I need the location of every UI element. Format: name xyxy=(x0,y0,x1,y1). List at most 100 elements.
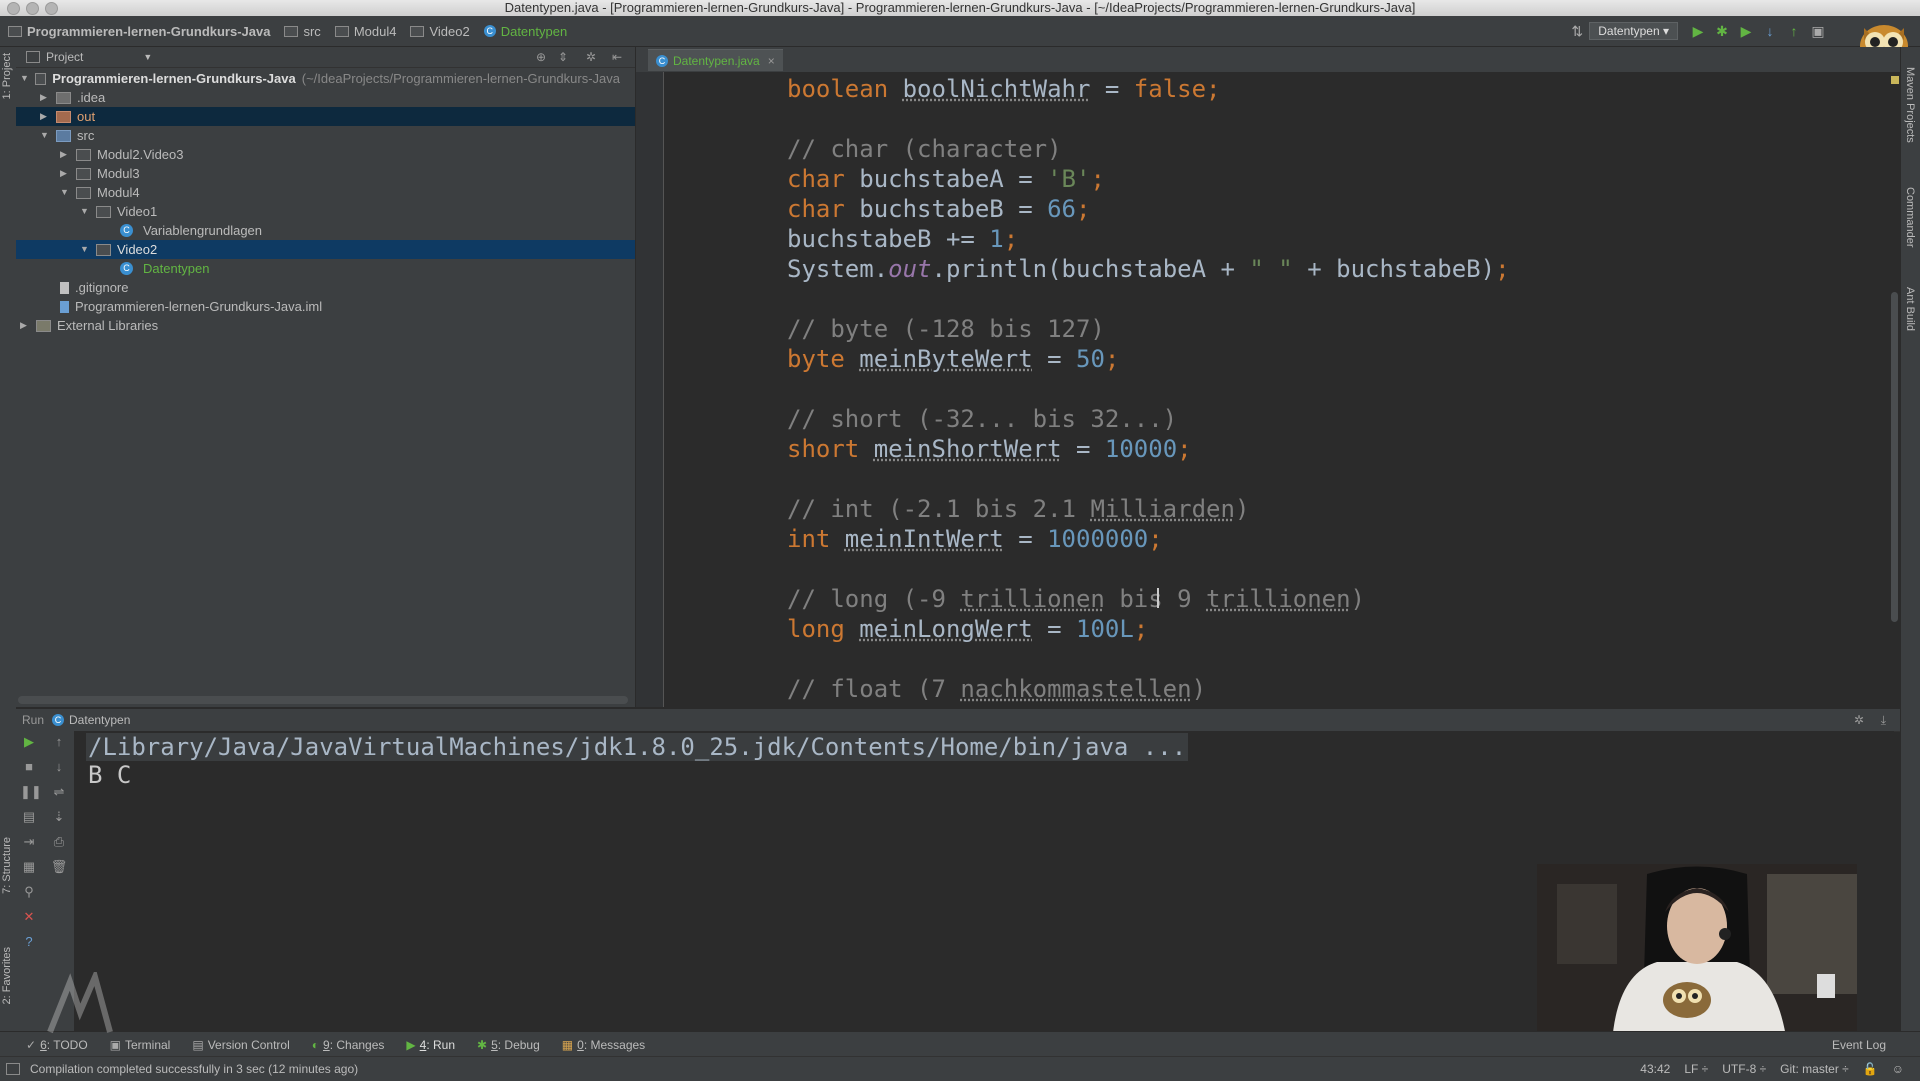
package-icon xyxy=(96,243,111,256)
window-title-bar: Datentypen.java - [Programmieren-lernen-… xyxy=(0,0,1920,16)
down-arrow-icon[interactable]: ↓ xyxy=(50,758,68,776)
inspection-status-icon[interactable] xyxy=(1891,76,1899,84)
chevron-down-icon[interactable]: ▼ xyxy=(143,52,152,62)
close-window-icon[interactable] xyxy=(7,2,20,15)
up-arrow-icon[interactable]: ↑ xyxy=(50,733,68,751)
inspector-icon[interactable]: ☺ xyxy=(1892,1062,1904,1076)
hide-panel-icon[interactable]: ⇤ xyxy=(612,50,622,64)
run-coverage-icon[interactable]: ▶ xyxy=(1737,22,1755,40)
java-class-icon: C xyxy=(483,25,496,37)
help-icon[interactable]: ? xyxy=(20,933,38,951)
exit-icon[interactable]: ⇥ xyxy=(20,833,38,851)
debug-icon[interactable]: ✱ xyxy=(1713,22,1731,40)
left-tool-strip: 1: Project 7: Structure 2: Favorites xyxy=(0,47,17,1067)
code-comment: // short (-32... bis 32...) xyxy=(787,405,1178,433)
gear-icon[interactable]: ✲ xyxy=(1854,713,1864,727)
tab-datentypen-java[interactable]: C Datentypen.java × xyxy=(648,49,783,71)
tree-root[interactable]: ▼ Programmieren-lernen-Grundkurs-Java (~/I… xyxy=(20,69,620,88)
tab-version-control[interactable]: ▤ Version Control xyxy=(192,1038,289,1052)
close-tab-icon[interactable]: × xyxy=(768,54,775,68)
package-icon xyxy=(76,148,91,161)
cursor-position[interactable]: 43:42 xyxy=(1640,1062,1670,1076)
run-tab-datentypen[interactable]: C Datentypen xyxy=(52,713,130,727)
tree-item-datentypen[interactable]: C Datentypen xyxy=(120,259,210,278)
tree-item-video1[interactable]: ▼ Video1 xyxy=(80,202,157,221)
tree-item-modul4[interactable]: ▼ Modul4 xyxy=(60,183,140,202)
dump-threads-icon[interactable]: ▤ xyxy=(20,808,38,826)
code-comment: // float (7 nachkommastellen) xyxy=(787,675,1207,703)
stop-icon[interactable]: ■ xyxy=(20,758,38,776)
run-configuration-select[interactable]: Datentypen ▾ xyxy=(1589,22,1678,40)
project-view-select[interactable]: Project xyxy=(46,50,83,64)
expanded-arrow-icon: ▼ xyxy=(60,187,69,197)
tool-windows-icon[interactable] xyxy=(6,1063,20,1075)
clear-all-icon[interactable]: 🗑 xyxy=(50,858,68,876)
tree-item-gitignore[interactable]: .gitignore xyxy=(60,278,128,297)
breadcrumb-project[interactable]: Programmieren-lernen-Grundkurs-Java xyxy=(8,24,270,39)
scroll-from-source-icon[interactable]: ⊕ xyxy=(536,50,546,64)
code-line: long meinLongWert = 100L; xyxy=(787,615,1149,643)
pin-icon[interactable]: ⚲ xyxy=(20,883,38,901)
run-panel-label: Run xyxy=(22,713,45,727)
pause-icon[interactable]: ❚❚ xyxy=(20,783,42,801)
settings-icon[interactable]: ▣ xyxy=(1809,22,1827,40)
build-project-icon[interactable]: ⇅ xyxy=(1568,22,1586,40)
tab-run[interactable]: ▶ 4: Run xyxy=(406,1038,455,1052)
collapsed-arrow-icon: ▶ xyxy=(60,168,67,178)
zoom-window-icon[interactable] xyxy=(45,2,58,15)
rerun-icon[interactable]: ▶ xyxy=(20,733,38,751)
console-command-line: /Library/Java/JavaVirtualMachines/jdk1.8… xyxy=(86,733,1189,761)
line-separator-select[interactable]: LF ÷ xyxy=(1684,1062,1708,1076)
print-icon[interactable]: ⎙ xyxy=(50,833,68,851)
tree-item-video2[interactable]: ▼ Video2 xyxy=(16,240,635,259)
layout-icon[interactable]: ▦ xyxy=(20,858,38,876)
breadcrumb-modul4[interactable]: Modul4 xyxy=(334,24,396,39)
collapse-all-icon[interactable]: ⇕ xyxy=(558,50,568,64)
encoding-select[interactable]: UTF-8 ÷ xyxy=(1722,1062,1766,1076)
tree-item-out[interactable]: ▶ out xyxy=(16,107,635,126)
structure-tool-button[interactable]: 7: Structure xyxy=(1,837,13,894)
scroll-to-end-icon[interactable]: ⇣ xyxy=(50,808,68,826)
hide-panel-icon[interactable]: ⤓ xyxy=(1881,713,1886,728)
gear-icon[interactable]: ✲ xyxy=(586,50,596,64)
java-class-icon: C xyxy=(656,54,668,67)
favorites-tool-button[interactable]: 2: Favorites xyxy=(1,947,13,1004)
breadcrumb-video2[interactable]: Video2 xyxy=(410,24,470,39)
tree-item-external-libraries[interactable]: ▶ External Libraries xyxy=(20,316,158,335)
tree-item-modul3[interactable]: ▶ Modul3 xyxy=(60,164,140,183)
event-log-button[interactable]: Event Log xyxy=(1832,1038,1886,1052)
changes-icon: ◐ xyxy=(311,1037,319,1052)
tree-item-iml[interactable]: Programmieren-lernen-Grundkurs-Java.iml xyxy=(60,297,322,316)
close-icon[interactable]: ✕ xyxy=(20,908,38,926)
ant-build-tool-button[interactable]: Ant Build xyxy=(1904,287,1916,331)
lock-icon[interactable]: 🔓 xyxy=(1863,1062,1878,1076)
breadcrumb-src[interactable]: src xyxy=(284,24,321,39)
editor-scrollbar[interactable] xyxy=(1890,72,1900,707)
java-class-icon: C xyxy=(52,714,65,726)
vcs-commit-icon[interactable]: ↑ xyxy=(1785,22,1803,40)
run-icon: ▶ xyxy=(406,1037,416,1052)
git-branch-select[interactable]: Git: master ÷ xyxy=(1780,1062,1849,1076)
maven-projects-tool-button[interactable]: Maven Projects xyxy=(1904,67,1916,143)
code-editor[interactable]: boolean boolNichtWahr = false; // char (… xyxy=(664,72,1890,707)
tree-item-variablengrundlagen[interactable]: C Variablengrundlagen xyxy=(120,221,262,240)
status-bar: Compilation completed successfully in 3 … xyxy=(0,1056,1920,1081)
window-title: Datentypen.java - [Programmieren-lernen-… xyxy=(504,0,1416,15)
tab-messages[interactable]: ▦ 0: Messages xyxy=(562,1038,645,1052)
editor-scroll-thumb[interactable] xyxy=(1891,292,1898,622)
tree-item-modul2-video3[interactable]: ▶ Modul2.Video3 xyxy=(60,145,184,164)
commander-tool-button[interactable]: Commander xyxy=(1904,187,1916,248)
tab-changes[interactable]: ◐ 9: Changes xyxy=(312,1038,385,1052)
soft-wrap-icon[interactable]: ⇌ xyxy=(50,783,68,801)
tree-item-src[interactable]: ▼ src xyxy=(40,126,94,145)
run-icon[interactable]: ▶ xyxy=(1689,22,1707,40)
tab-debug[interactable]: ✱ 5: Debug xyxy=(477,1038,540,1052)
vcs-update-icon[interactable]: ↓ xyxy=(1761,22,1779,40)
project-horizontal-scrollbar[interactable] xyxy=(18,696,628,704)
breadcrumb-datentypen[interactable]: C Datentypen xyxy=(483,24,567,39)
project-tool-button[interactable]: 1: Project xyxy=(1,53,13,99)
version-control-icon: ▤ xyxy=(192,1037,204,1052)
code-line: boolean boolNichtWahr = false; xyxy=(787,75,1221,103)
tree-item-idea[interactable]: ▶ .idea xyxy=(40,88,105,107)
minimize-window-icon[interactable] xyxy=(26,2,39,15)
